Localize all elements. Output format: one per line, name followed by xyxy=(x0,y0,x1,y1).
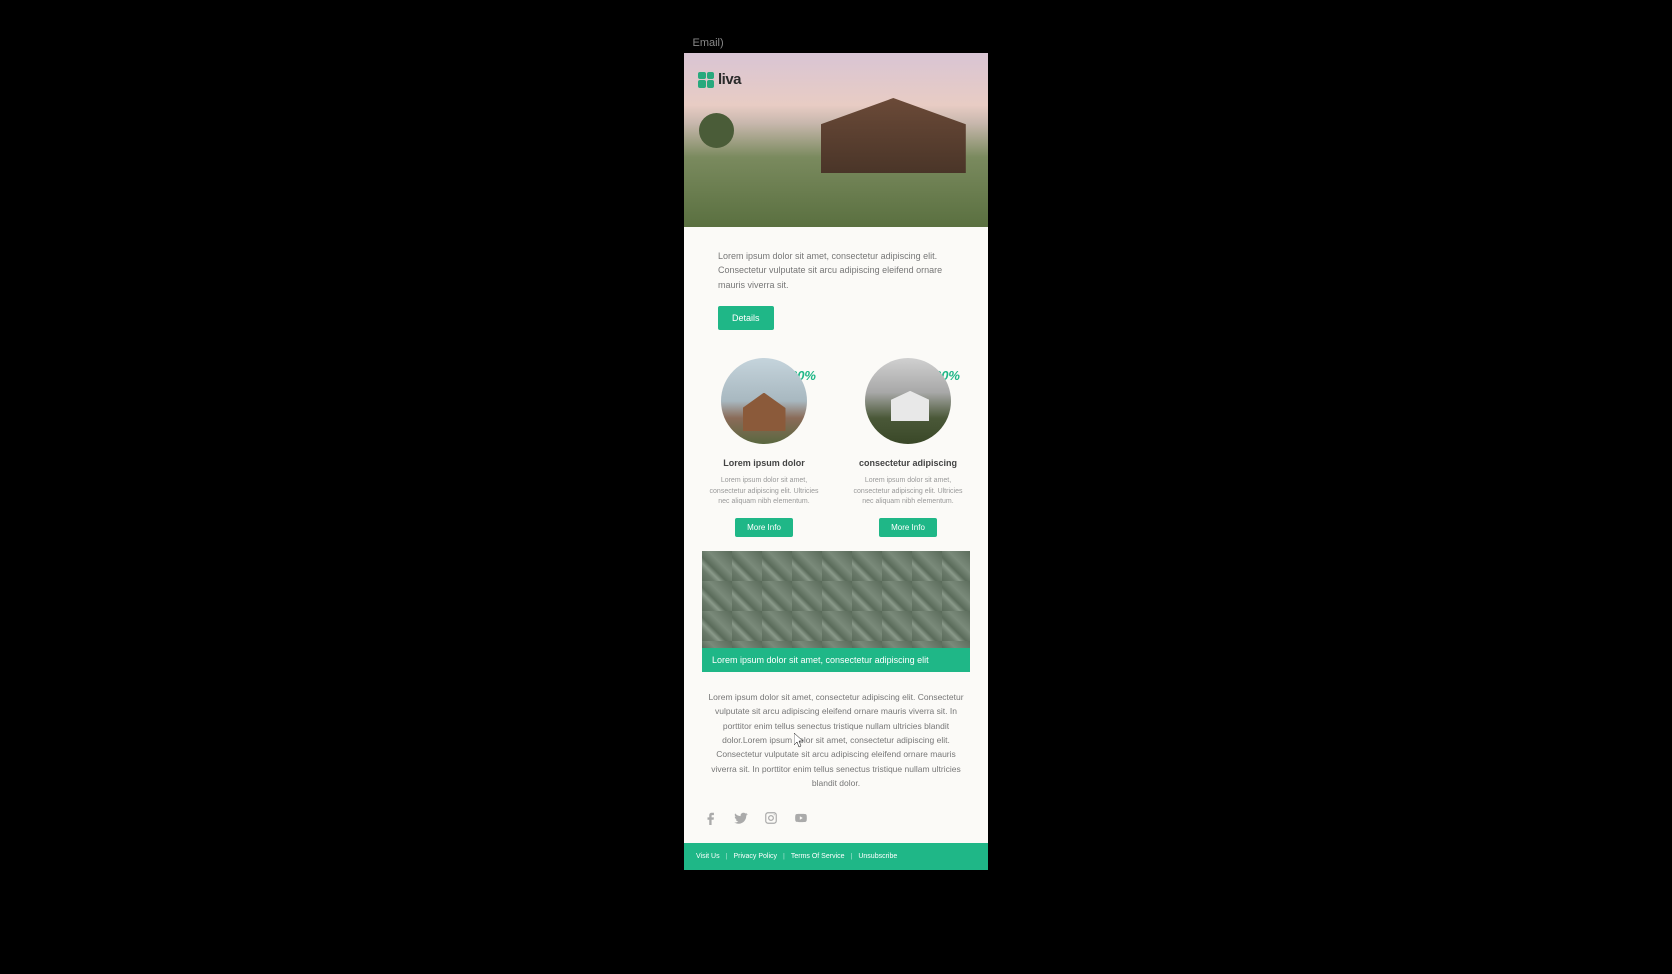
offer-card: -30% Lorem ipsum dolor Lorem ipsum dolor… xyxy=(702,358,826,537)
body-paragraph: Lorem ipsum dolor sit amet, consectetur … xyxy=(684,672,988,799)
footer-separator: | xyxy=(726,853,728,860)
brand-logo: liva xyxy=(698,71,741,88)
logo-icon xyxy=(698,72,714,88)
facebook-icon[interactable] xyxy=(704,811,718,825)
footer-link-terms[interactable]: Terms Of Service xyxy=(791,853,845,860)
offer-description: Lorem ipsum dolor sit amet, consectetur … xyxy=(846,476,970,508)
offer-description: Lorem ipsum dolor sit amet, consectetur … xyxy=(702,476,826,508)
hero-image: liva xyxy=(684,53,988,227)
youtube-icon[interactable] xyxy=(794,811,808,825)
intro-text: Lorem ipsum dolor sit amet, consectetur … xyxy=(718,249,954,292)
more-info-button[interactable]: More Info xyxy=(735,518,793,537)
more-info-button[interactable]: More Info xyxy=(879,518,937,537)
footer-link-visit[interactable]: Visit Us xyxy=(696,853,720,860)
offer-card: -20% consectetur adipiscing Lorem ipsum … xyxy=(846,358,970,537)
intro-section: Lorem ipsum dolor sit amet, consectetur … xyxy=(684,227,988,344)
footer: Visit Us | Privacy Policy | Terms Of Ser… xyxy=(684,843,988,870)
twitter-icon[interactable] xyxy=(734,811,748,825)
brand-name: liva xyxy=(718,71,741,88)
footer-link-privacy[interactable]: Privacy Policy xyxy=(733,853,777,860)
social-row xyxy=(684,799,988,843)
footer-separator: | xyxy=(783,853,785,860)
context-label: Email) xyxy=(693,37,724,49)
offer-title: Lorem ipsum dolor xyxy=(702,458,826,468)
aerial-image xyxy=(702,551,970,648)
map-caption: Lorem ipsum dolor sit amet, consectetur … xyxy=(702,648,970,672)
email-template: liva Lorem ipsum dolor sit amet, consect… xyxy=(684,53,988,870)
instagram-icon[interactable] xyxy=(764,811,778,825)
footer-separator: | xyxy=(851,853,853,860)
offer-image xyxy=(721,358,807,444)
offers-row: -30% Lorem ipsum dolor Lorem ipsum dolor… xyxy=(684,344,988,543)
map-section: Lorem ipsum dolor sit amet, consectetur … xyxy=(684,543,988,672)
footer-link-unsubscribe[interactable]: Unsubscribe xyxy=(858,853,897,860)
details-button[interactable]: Details xyxy=(718,306,774,330)
offer-image xyxy=(865,358,951,444)
offer-title: consectetur adipiscing xyxy=(846,458,970,468)
